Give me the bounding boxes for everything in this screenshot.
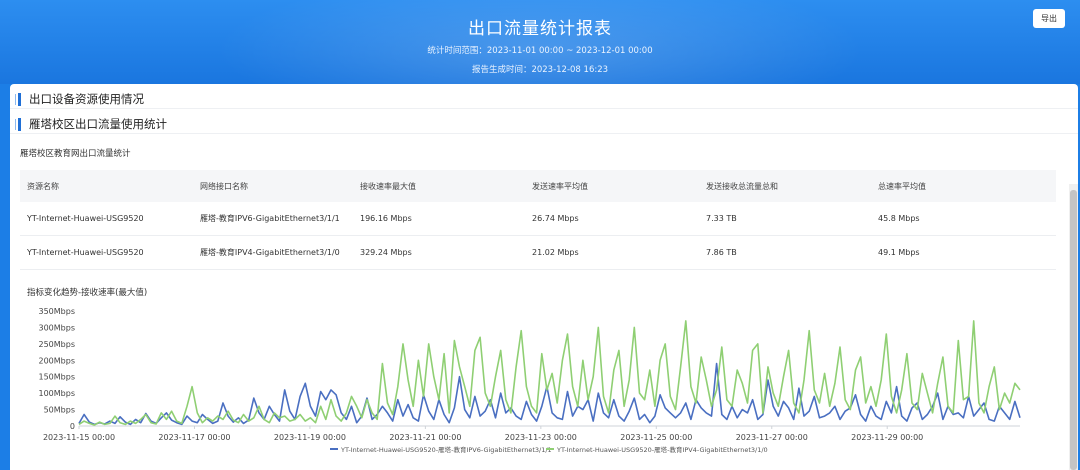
section-device-usage-label: 出口设备资源使用情况 <box>29 92 144 106</box>
table-cell: 26.74 Mbps <box>532 214 579 223</box>
table-cell: YT-Internet-Huawei-USG9520 <box>27 248 144 257</box>
series-line <box>78 320 1021 426</box>
generated-time: 报告生成时间：2023-12-08 16:23 <box>471 65 609 75</box>
column-header: 网络接口名称 <box>200 181 248 191</box>
y-tick-label: 350Mbps <box>39 307 76 316</box>
table-cell: 7.33 TB <box>706 214 737 223</box>
report-header: 出口流量统计报表 统计时间范围：2023-11-01 00:00 ~ 2023-… <box>0 0 1080 84</box>
x-tick-label: 2023-11-21 00:00 <box>389 433 461 442</box>
table-cell: 49.1 Mbps <box>878 248 920 257</box>
table-cell: 329.24 Mbps <box>360 248 412 257</box>
column-header: 接收速率最大值 <box>360 181 416 191</box>
section-device-usage[interactable]: 出口设备资源使用情况 <box>18 91 144 107</box>
column-header: 发送速率平均值 <box>532 181 588 191</box>
y-tick-label: 250Mbps <box>39 340 76 349</box>
table-cell: 45.8 Mbps <box>878 214 920 223</box>
table-row[interactable]: YT-Internet-Huawei-USG9520 雁塔-教育IPV4-Gig… <box>20 236 1056 270</box>
table-caption: 雁塔校区教育网出口流量统计 <box>20 149 131 159</box>
report-title: 出口流量统计报表 <box>468 19 612 39</box>
table-cell: 7.86 TB <box>706 248 737 257</box>
section-campus-stats-label: 雁塔校区出口流量使用统计 <box>29 117 167 131</box>
table-cell: 雁塔-教育IPV6-GigabitEthernet3/1/1 <box>200 214 340 223</box>
y-tick-label: 300Mbps <box>39 323 76 332</box>
table-cell: YT-Internet-Huawei-USG9520 <box>27 214 144 223</box>
x-tick-label: 2023-11-15 00:00 <box>43 433 115 442</box>
legend-label: YT-Internet-Huawei-USG9520-雁塔-教育IPV6-Gig… <box>340 445 552 454</box>
section-divider <box>10 133 1078 134</box>
y-tick-label: 150Mbps <box>39 373 76 382</box>
chart-title: 指标变化趋势-接收速率(最大值) <box>27 288 148 298</box>
column-header: 总速率平均值 <box>878 181 926 191</box>
x-tick-label: 2023-11-17 00:00 <box>158 433 230 442</box>
x-tick-label: 2023-11-25 00:00 <box>620 433 692 442</box>
column-header: 发送接收总流量总和 <box>706 181 778 191</box>
x-tick-label: 2023-11-23 00:00 <box>505 433 577 442</box>
export-button[interactable]: 导出 <box>1033 9 1065 28</box>
x-tick-label: 2023-11-29 00:00 <box>851 433 923 442</box>
column-header: 资源名称 <box>27 181 59 191</box>
table-cell: 196.16 Mbps <box>360 214 412 223</box>
vertical-scrollbar[interactable] <box>1069 184 1078 470</box>
table-row[interactable]: YT-Internet-Huawei-USG9520 雁塔-教育IPV6-Gig… <box>20 202 1056 236</box>
x-tick-label: 2023-11-19 00:00 <box>274 433 346 442</box>
y-tick-label: 50Mbps <box>44 406 75 415</box>
section-marker-icon <box>18 117 21 131</box>
table-cell: 21.02 Mbps <box>532 248 579 257</box>
y-tick-label: 100Mbps <box>39 389 76 398</box>
y-tick-label: 0 <box>70 422 75 431</box>
section-divider <box>10 108 1078 109</box>
y-tick-label: 200Mbps <box>39 356 76 365</box>
section-campus-stats[interactable]: 雁塔校区出口流量使用统计 <box>18 116 167 132</box>
time-range: 统计时间范围：2023-11-01 00:00 ~ 2023-12-01 00:… <box>427 46 653 56</box>
x-tick-label: 2023-11-27 00:00 <box>736 433 808 442</box>
report-panel: 出口设备资源使用情况 雁塔校区出口流量使用统计 雁塔校区教育网出口流量统计 资源… <box>10 84 1078 470</box>
table-cell: 雁塔-教育IPV4-GigabitEthernet3/1/0 <box>200 248 340 257</box>
scrollbar-thumb[interactable] <box>1070 190 1077 470</box>
legend-label: YT-Internet-Huawei-USG9520-雁塔-教育IPV4-Gig… <box>556 445 768 454</box>
section-marker-icon <box>18 92 21 106</box>
traffic-table: 资源名称 网络接口名称 接收速率最大值 发送速率平均值 发送接收总流量总和 总速… <box>20 170 1056 270</box>
receive-rate-chart[interactable]: 0 50Mbps 100Mbps 150Mbps 200Mbps 250Mbps 300Mb… <box>10 299 1060 470</box>
table-header-row: 资源名称 网络接口名称 接收速率最大值 发送速率平均值 发送接收总流量总和 总速… <box>20 170 1056 202</box>
